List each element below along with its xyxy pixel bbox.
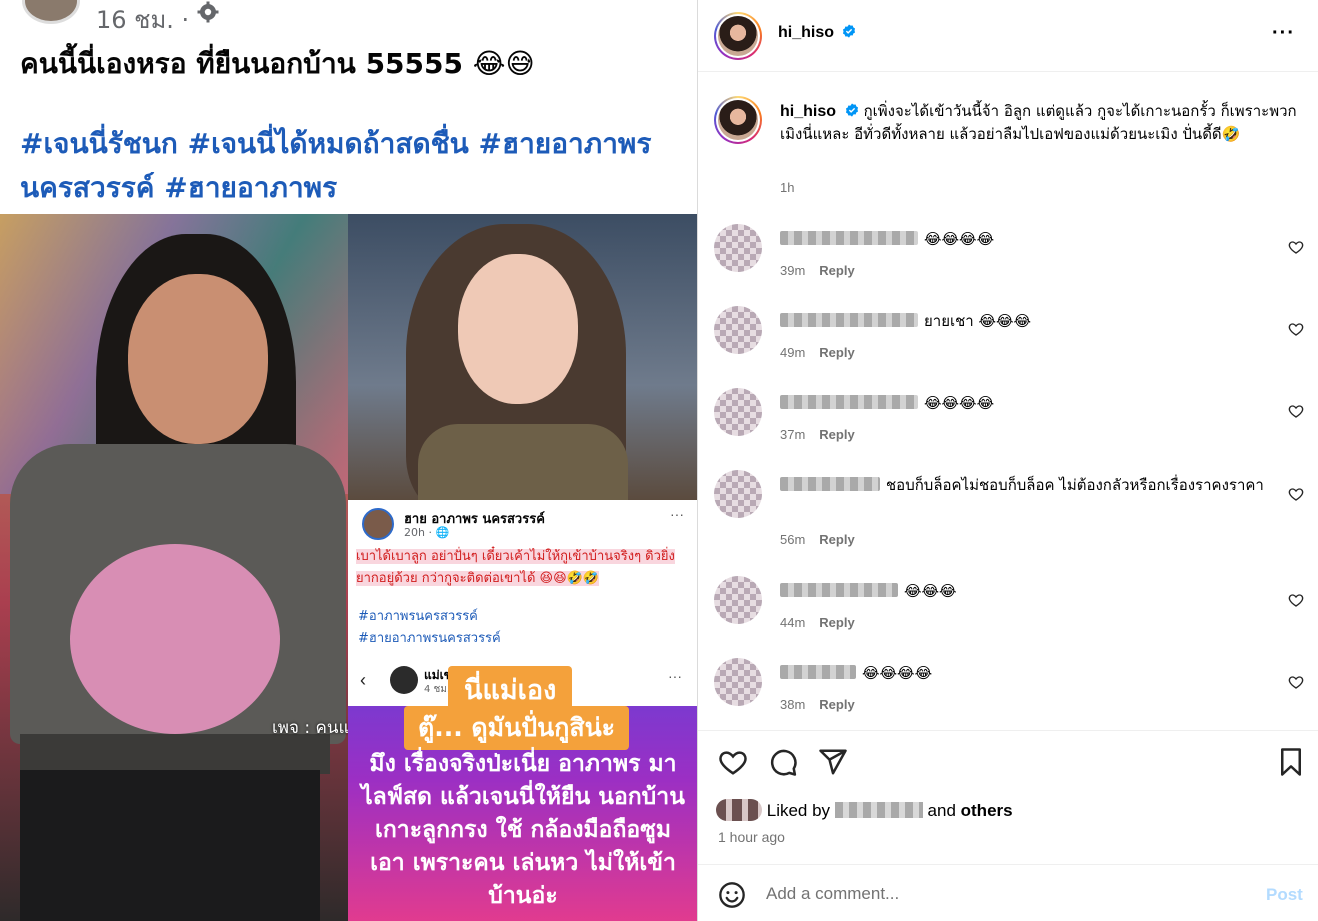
post-header: hi_hiso ··· xyxy=(698,0,1318,72)
photo-watermark: เพจ : คนแชร์ก็สวย xyxy=(272,718,348,738)
promo-text: มึง เรื่องจริงป่ะเนี่ย อาภาพร มาไลฟ์สด แ… xyxy=(361,751,685,909)
heart-icon[interactable] xyxy=(1288,674,1304,690)
post-media: 16 ชม. · คนนี้นี่เองหรอ ที่ยืนนอกบ้าน 55… xyxy=(0,0,698,921)
heart-icon[interactable] xyxy=(1288,321,1304,337)
avatar[interactable] xyxy=(714,306,762,354)
facebook-avatar xyxy=(22,0,80,24)
embedded-post-time: 20h · 🌐 xyxy=(404,526,450,539)
comment-username[interactable] xyxy=(780,395,918,409)
share-paper-plane-icon[interactable] xyxy=(818,747,848,777)
facebook-post-time: 16 ชม. · xyxy=(96,6,190,34)
avatar[interactable] xyxy=(714,576,762,624)
comment-username[interactable] xyxy=(780,477,880,491)
facebook-post-caption: คนนี้นี่เองหรอ ที่ยืนนอกบ้าน 55555 😂😅 xyxy=(20,47,535,80)
add-comment-bar: Post xyxy=(698,864,1318,921)
caption-time: 1h xyxy=(780,180,795,195)
avatar[interactable] xyxy=(714,658,762,706)
reply-button[interactable]: Reply xyxy=(819,427,854,442)
avatar[interactable] xyxy=(714,96,762,144)
comment-text: ชอบก็บล็อคไม่ชอบก็บล็อค ไม่ต้องกลัวหรือก… xyxy=(886,476,1264,494)
verified-badge-icon xyxy=(843,24,856,38)
photo-woman-pink-shirt: เพจ : คนแชร์ก็สวย xyxy=(0,214,348,921)
liked-username[interactable] xyxy=(834,802,923,818)
avatar xyxy=(362,508,394,540)
comment-username[interactable] xyxy=(780,583,898,597)
comment-username[interactable] xyxy=(780,313,918,327)
heart-icon[interactable] xyxy=(1288,239,1304,255)
liked-by-summary[interactable]: Liked by and others xyxy=(716,799,1013,821)
post-timestamp: 1 hour ago xyxy=(718,829,785,845)
avatar xyxy=(390,666,418,694)
emoji-icon[interactable] xyxy=(718,881,746,909)
embedded-facebook-post: ฮาย อาภาพร นครสวรรค์ 20h · 🌐 ··· เบาได้เ… xyxy=(348,500,697,662)
like-heart-icon[interactable] xyxy=(718,747,748,777)
embedded-post-tags: #อาภาพรนครสวรรค์ #ฮายอาภาพรนครสวรรค์ xyxy=(358,609,501,646)
post-caption: hi_hiso กูเพิ่งจะได้เข้าวันนี้จ้า อิลูก … xyxy=(780,100,1300,146)
comment-time: 44m xyxy=(780,615,806,630)
comment-username[interactable] xyxy=(780,665,856,679)
heart-icon[interactable] xyxy=(1288,486,1304,502)
avatar[interactable] xyxy=(714,470,762,518)
instagram-post-panel: hi_hiso ··· hi_hiso กูเพิ่งจะได้เข้าวันน… xyxy=(698,0,1318,921)
reply-button[interactable]: Reply xyxy=(819,697,854,712)
reply-button[interactable]: Reply xyxy=(819,263,854,278)
comment-text: 😂😂😂😂 xyxy=(862,664,933,682)
comment-bubble-icon[interactable] xyxy=(768,747,798,777)
caption-username[interactable]: hi_hiso xyxy=(780,103,836,120)
avatar[interactable] xyxy=(714,224,762,272)
post-button[interactable]: Post xyxy=(1266,885,1303,905)
comment-time: 37m xyxy=(780,427,806,442)
reply-button[interactable]: Reply xyxy=(819,345,854,360)
photo-young-woman xyxy=(348,214,697,500)
promo-graphic: ‹ แม่เขา 4 ชม. · ··· นี่แม่เอง ตู๊... ดู… xyxy=(348,662,697,921)
promo-badge-secondary: ตู๊... ดูมันปั่นกูสิน่ะ xyxy=(404,706,630,750)
more-icon: ··· xyxy=(670,506,684,522)
comment-time: 56m xyxy=(780,532,806,547)
comment-text: 😂😂😂😂 xyxy=(924,394,995,412)
embedded-post-text: เบาได้เบาลูก อย่าปั่นๆ เดี๋ยวเค้าไม่ให้ก… xyxy=(356,549,675,586)
facebook-screenshot-header: 16 ชม. · คนนี้นี่เองหรอ ที่ยืนนอกบ้าน 55… xyxy=(0,0,697,214)
comment-text: ยายเชา 😂😂😂 xyxy=(924,312,1032,330)
heart-icon[interactable] xyxy=(1288,592,1304,608)
comment-time: 38m xyxy=(780,697,806,712)
liked-avatars xyxy=(716,799,762,821)
avatar[interactable] xyxy=(714,388,762,436)
reply-button[interactable]: Reply xyxy=(819,532,854,547)
gear-icon xyxy=(197,1,219,23)
comment-text: 😂😂😂 xyxy=(904,582,957,600)
comment-time: 49m xyxy=(780,345,806,360)
save-bookmark-icon[interactable] xyxy=(1276,747,1306,777)
chevron-left-icon: ‹ xyxy=(360,670,366,690)
screen: 16 ชม. · คนนี้นี่เองหรอ ที่ยืนนอกบ้าน 55… xyxy=(0,0,1318,921)
others-link[interactable]: others xyxy=(961,801,1013,820)
verified-badge-icon xyxy=(845,103,858,117)
more-icon: ··· xyxy=(668,668,682,684)
comment-time: 39m xyxy=(780,263,806,278)
avatar[interactable] xyxy=(714,12,762,60)
username-link[interactable]: hi_hiso xyxy=(778,24,856,42)
comment-username[interactable] xyxy=(780,231,918,245)
facebook-post-hashtags: #เจนนี่รัชนก #เจนนี่ได้หมดถ้าสดชื่น #ฮาย… xyxy=(20,127,652,204)
more-options-button[interactable]: ··· xyxy=(1272,22,1295,45)
heart-icon[interactable] xyxy=(1288,403,1304,419)
comment-text: 😂😂😂😂 xyxy=(924,230,995,248)
comment-input[interactable] xyxy=(766,879,1236,909)
reply-button[interactable]: Reply xyxy=(819,615,854,630)
